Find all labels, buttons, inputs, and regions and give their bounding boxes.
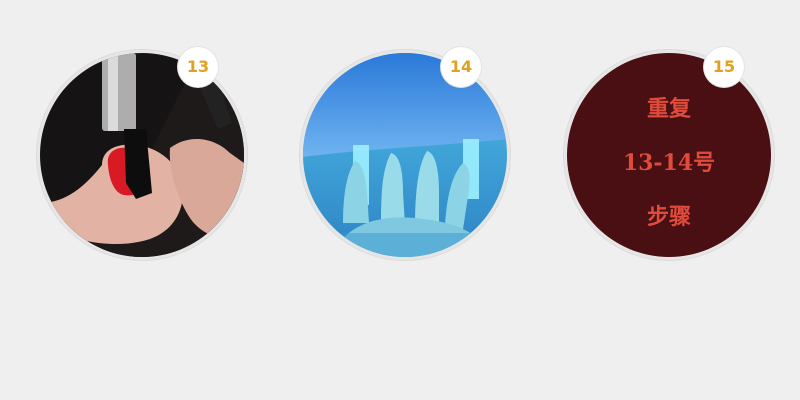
step-13-photo bbox=[40, 53, 244, 257]
step-15-line-3: 步骤 bbox=[646, 204, 691, 230]
step-15-line-1: 重复 bbox=[646, 96, 691, 122]
step-15-text: 重复 13-14号 步骤 bbox=[567, 53, 771, 257]
step-14: 14 bbox=[303, 47, 507, 257]
uv-lamp-hand-image bbox=[303, 53, 507, 257]
step-number-badge: 13 bbox=[178, 47, 218, 87]
nail-polish-brush-image bbox=[40, 53, 244, 257]
step-15-line-2: 13-14号 bbox=[622, 150, 716, 176]
step-15: 重复 13-14号 步骤 15 bbox=[567, 47, 771, 257]
step-13: 13 bbox=[40, 47, 244, 257]
step-15-circle: 重复 13-14号 步骤 bbox=[567, 53, 771, 257]
step-number-badge: 15 bbox=[704, 47, 744, 87]
step-number-badge: 14 bbox=[441, 47, 481, 87]
step-14-photo bbox=[303, 53, 507, 257]
